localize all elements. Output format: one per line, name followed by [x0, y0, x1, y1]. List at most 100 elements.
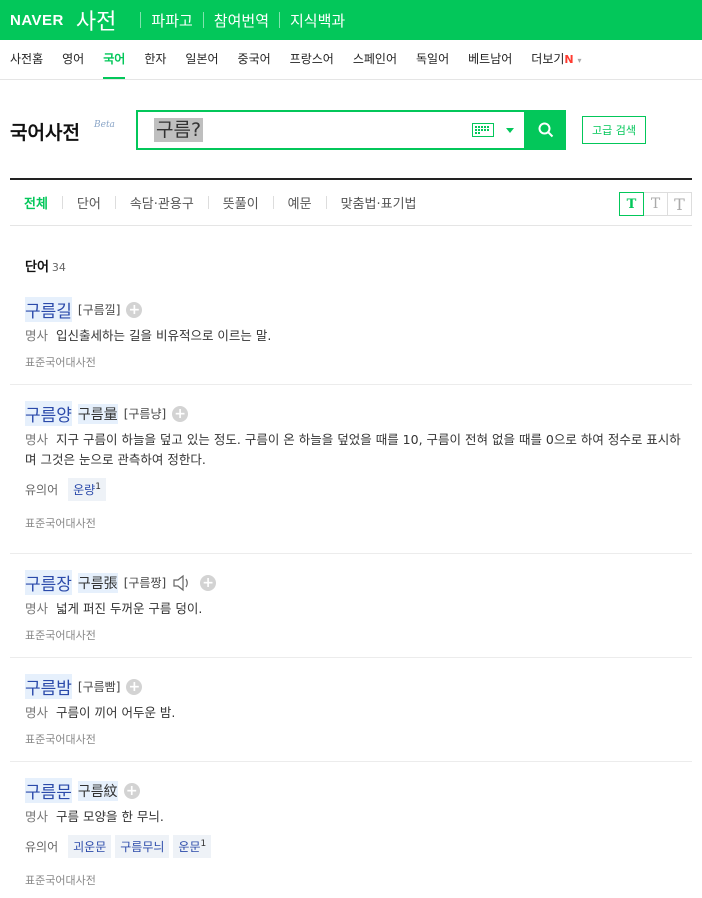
search-input[interactable]: [138, 112, 472, 148]
new-badge: N: [564, 53, 574, 66]
lang-item-chinese[interactable]: 중국어: [238, 50, 271, 79]
hanja: 구름量: [77, 403, 118, 424]
lang-item-hanja[interactable]: 한자: [144, 50, 166, 79]
part-of-speech: 명사: [25, 328, 49, 343]
add-to-wordbook-icon[interactable]: +: [172, 405, 189, 422]
synonym-link[interactable]: 구름무늬: [115, 835, 170, 858]
synonym-text: 괴운문: [73, 840, 107, 854]
tab-idioms[interactable]: 속담·관용구: [116, 193, 208, 212]
lang-item-korean[interactable]: 국어: [103, 50, 126, 79]
definition: 명사 구름 모양을 한 무늬.: [25, 807, 692, 827]
lang-item-home[interactable]: 사전홈: [10, 50, 43, 79]
entry-word-link[interactable]: 구름밤: [25, 674, 72, 699]
entry-header: 구름장 구름張 [구름짱] +: [25, 570, 692, 595]
language-nav: 사전홈 영어 국어 한자 일본어 중국어 프랑스어 스페인어 독일어 베트남어 …: [0, 40, 702, 80]
add-to-wordbook-icon[interactable]: +: [126, 301, 143, 318]
source-label[interactable]: 표준국어대사전: [25, 627, 692, 643]
pronunciation: [구름빰]: [77, 680, 121, 694]
lang-item-japanese[interactable]: 일본어: [185, 50, 218, 79]
advanced-search-button[interactable]: 고급 검색: [582, 116, 646, 144]
divider: [140, 12, 142, 28]
synonym-sup: 1: [95, 482, 101, 492]
beta-badge: Beta: [94, 120, 115, 130]
lang-item-french[interactable]: 프랑스어: [290, 50, 334, 79]
dictionary-title[interactable]: 국어사전: [10, 118, 80, 145]
pronunciation: [구름짱]: [123, 576, 167, 590]
definition-text: 지구 구름이 하늘을 덮고 있는 정도. 구름이 온 하늘을 덮었을 때를 10…: [25, 432, 681, 467]
add-to-wordbook-icon[interactable]: +: [200, 574, 217, 591]
synonym-link[interactable]: 운량1: [68, 478, 106, 501]
tab-definitions[interactable]: 뜻풀이: [209, 193, 273, 212]
part-of-speech: 명사: [25, 809, 49, 824]
list-item: 구름문 구름紋 + 명사 구름 모양을 한 무늬. 유의어 괴운문 구름무늬 운…: [10, 778, 692, 898]
source-label[interactable]: 표준국어대사전: [25, 515, 692, 531]
synonym-sup: 1: [200, 839, 207, 849]
synonym-link[interactable]: 운문1: [173, 835, 212, 858]
list-item: 구름장 구름張 [구름짱] + 명사 넓게 퍼진 두꺼운 구름 덩이. 표준국어…: [10, 570, 692, 658]
definition-text: 구름이 끼어 어두운 밤.: [56, 705, 176, 720]
speaker-icon[interactable]: [172, 574, 194, 592]
entry-header: 구름양 구름量 [구름냥] +: [25, 401, 692, 426]
entry-word-link[interactable]: 구름양: [25, 401, 72, 426]
service-title[interactable]: 사전: [76, 4, 116, 36]
top-link-papago[interactable]: 파파고: [151, 10, 192, 31]
entry-word-link[interactable]: 구름장: [25, 570, 72, 595]
entry-word-link[interactable]: 구름문: [25, 778, 72, 803]
synonyms: 유의어 운량1: [25, 478, 692, 501]
tab-all[interactable]: 전체: [10, 193, 62, 212]
keyboard-icon[interactable]: [472, 123, 494, 137]
font-size-large-button[interactable]: T: [667, 192, 692, 216]
definition: 명사 구름이 끼어 어두운 밤.: [25, 703, 692, 723]
definition-text: 구름 모양을 한 무늬.: [56, 809, 164, 824]
pronunciation: [구름냥]: [123, 407, 167, 421]
synonym-label: 유의어: [25, 483, 59, 497]
entry-header: 구름길 [구름낄] +: [25, 297, 692, 322]
more-label: 더보기: [531, 52, 565, 66]
lang-more-button[interactable]: 더보기N ▾: [531, 50, 581, 79]
synonyms: 유의어 괴운문 구름무늬 운문1: [25, 835, 692, 858]
font-size-small-button[interactable]: T: [619, 192, 644, 216]
add-to-wordbook-icon[interactable]: +: [126, 678, 143, 695]
lang-item-vietnamese[interactable]: 베트남어: [468, 50, 512, 79]
source-label[interactable]: 표준국어대사전: [25, 354, 692, 370]
top-nav: 파파고 참여번역 지식백과: [130, 10, 345, 31]
chevron-down-icon: ▾: [577, 56, 582, 65]
synonym-text: 운문: [178, 840, 201, 854]
tab-spelling[interactable]: 맞춤법·표기법: [327, 193, 431, 212]
search-button[interactable]: [526, 110, 566, 150]
lang-item-german[interactable]: 독일어: [416, 50, 449, 79]
definition: 명사 넓게 퍼진 두꺼운 구름 덩이.: [25, 599, 692, 619]
result-count: 34: [51, 261, 66, 274]
dropdown-caret-icon[interactable]: [506, 127, 514, 133]
synonym-text: 구름무늬: [120, 840, 165, 854]
top-link-encyclopedia[interactable]: 지식백과: [290, 10, 345, 31]
entry-word-link[interactable]: 구름길: [25, 297, 72, 322]
definition: 명사 지구 구름이 하늘을 덮고 있는 정도. 구름이 온 하늘을 덮었을 때를…: [25, 430, 692, 470]
hanja: 구름張: [77, 572, 118, 593]
divider: [279, 12, 280, 28]
definition: 명사 입신출세하는 길을 비유적으로 이르는 말.: [25, 326, 692, 346]
pronunciation: [구름낄]: [77, 303, 121, 317]
search-area: 국어사전 Beta 구름? 고급 검색: [10, 80, 692, 180]
synonym-label: 유의어: [25, 840, 59, 854]
search-box: 구름?: [136, 110, 526, 150]
naver-logo[interactable]: NAVER: [10, 12, 64, 29]
divider: [202, 12, 204, 28]
part-of-speech: 명사: [25, 432, 49, 447]
list-item: 구름길 [구름낄] + 명사 입신출세하는 길을 비유적으로 이르는 말. 표준…: [10, 297, 692, 385]
font-size-medium-button[interactable]: T: [643, 192, 668, 216]
lang-item-english[interactable]: 영어: [62, 50, 84, 79]
entry-header: 구름문 구름紋 +: [25, 778, 692, 803]
synonym-text: 운량: [73, 483, 96, 497]
list-item: 구름양 구름量 [구름냥] + 명사 지구 구름이 하늘을 덮고 있는 정도. …: [10, 401, 692, 554]
lang-item-spanish[interactable]: 스페인어: [353, 50, 397, 79]
list-item: 구름밤 [구름빰] + 명사 구름이 끼어 어두운 밤. 표준국어대사전: [10, 674, 692, 762]
source-label[interactable]: 표준국어대사전: [25, 872, 692, 888]
add-to-wordbook-icon[interactable]: +: [123, 782, 140, 799]
tab-examples[interactable]: 예문: [274, 193, 326, 212]
definition-text: 넓게 퍼진 두꺼운 구름 덩이.: [56, 601, 203, 616]
top-link-translate[interactable]: 참여번역: [214, 10, 269, 31]
synonym-link[interactable]: 괴운문: [68, 835, 112, 858]
tab-words[interactable]: 단어: [63, 193, 115, 212]
source-label[interactable]: 표준국어대사전: [25, 731, 692, 747]
